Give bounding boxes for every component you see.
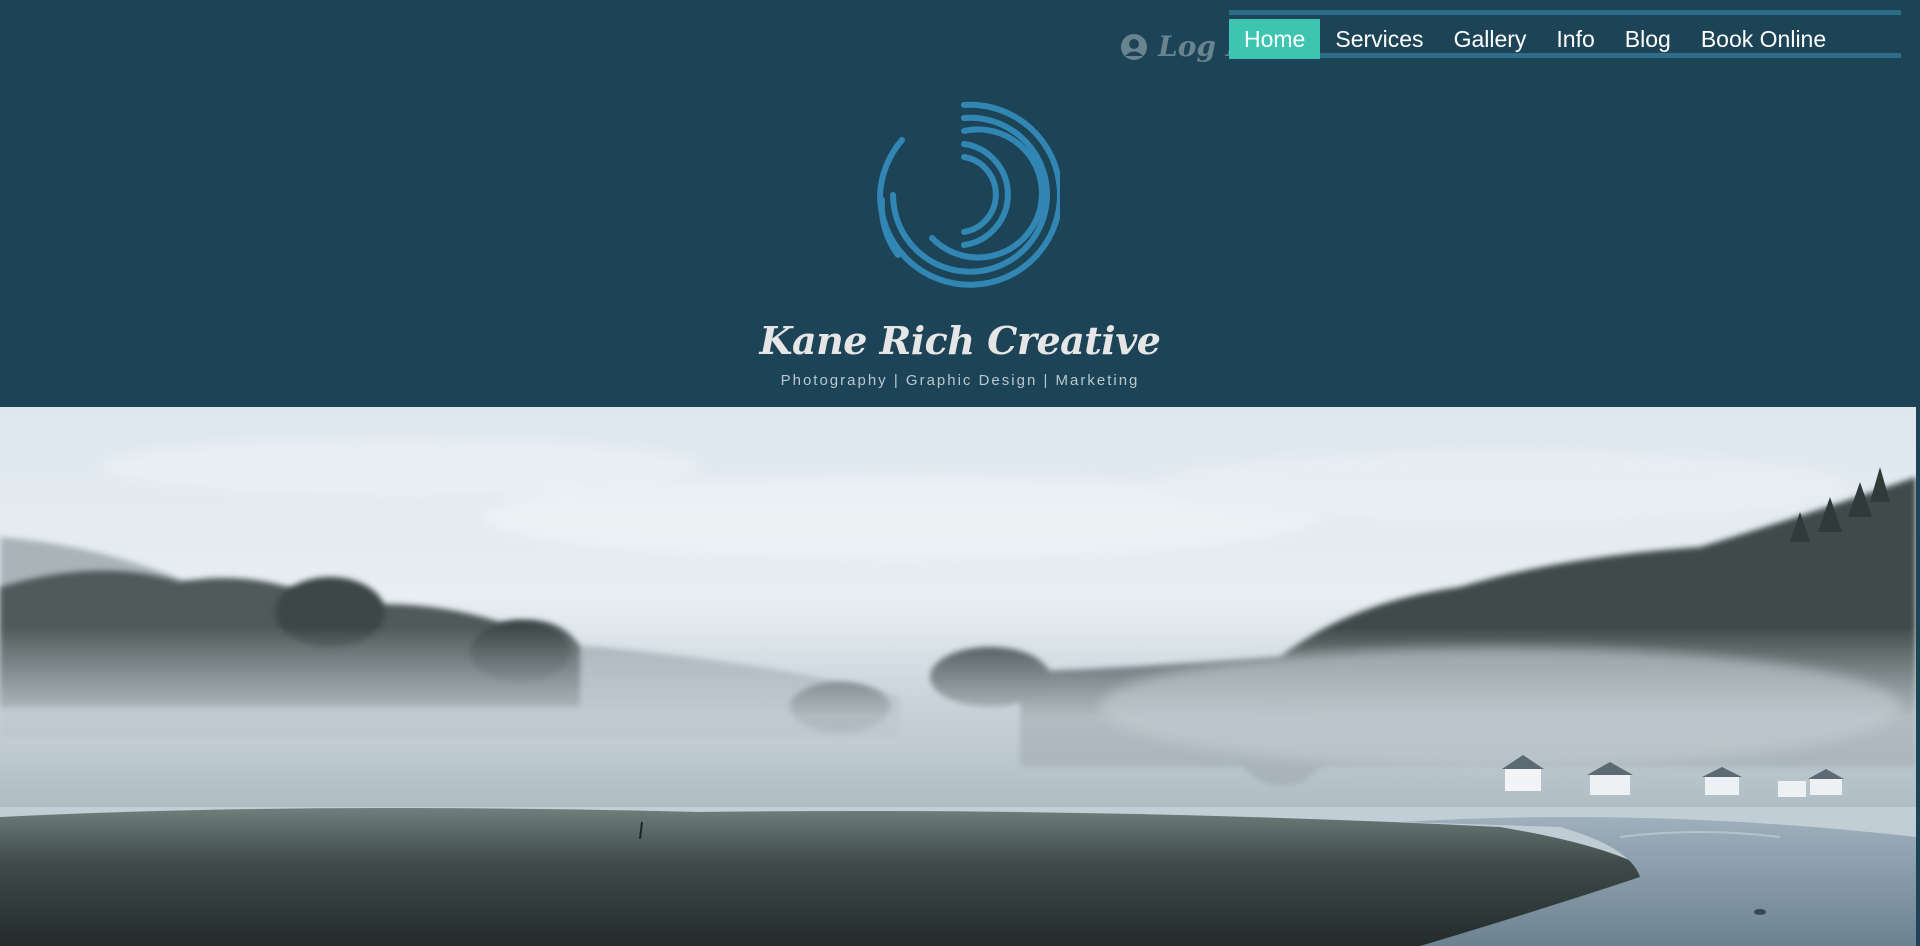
brand-tagline: Photography | Graphic Design | Marketing: [780, 372, 1140, 389]
nav-item-services[interactable]: Services: [1320, 19, 1438, 59]
hero-image: [0, 407, 1916, 946]
site-header: Log In Home Services Gallery Info Blog B…: [0, 0, 1920, 407]
misty-landscape-photo: [0, 407, 1916, 946]
nav-list: Home Services Gallery Info Blog Book Onl…: [1229, 19, 1841, 59]
nav-item-info[interactable]: Info: [1541, 19, 1609, 59]
nav-item-book-online[interactable]: Book Online: [1686, 19, 1841, 59]
right-edge-strip: [1916, 407, 1920, 946]
nav-item-home[interactable]: Home: [1229, 19, 1321, 59]
nav-item-blog[interactable]: Blog: [1610, 19, 1686, 59]
user-circle-icon: [1121, 33, 1147, 60]
main-nav: Home Services Gallery Info Blog Book Onl…: [1229, 10, 1901, 59]
page: Log In Home Services Gallery Info Blog B…: [0, 0, 1920, 946]
nav-item-gallery[interactable]: Gallery: [1439, 19, 1542, 59]
concentric-arcs-logo[interactable]: [860, 95, 1060, 295]
brand-title[interactable]: Kane Rich Creative: [0, 318, 1920, 363]
